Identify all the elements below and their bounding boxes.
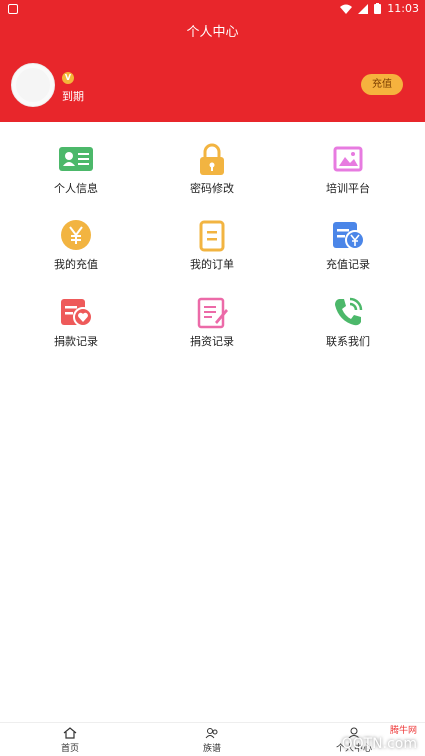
- lock-icon: [200, 143, 224, 175]
- notification-icon: [8, 4, 18, 14]
- donation-record-icon: [61, 299, 93, 327]
- menu-item-recharge-records[interactable]: 充值记录: [288, 218, 408, 288]
- nav-item-family-tree[interactable]: 族谱: [162, 727, 262, 754]
- nav-item-label: 首页: [60, 744, 79, 754]
- nav-item-home[interactable]: 首页: [20, 727, 120, 754]
- watermark-brand: QQTN.com: [341, 736, 417, 752]
- bottom-nav: 首页 族谱 个人中心 腾牛网 QQTN.com: [0, 722, 425, 756]
- menu-item-training-platform[interactable]: 培训平台: [288, 142, 408, 212]
- battery-icon: [374, 3, 382, 14]
- menu-item-label: 密码修改: [190, 182, 234, 195]
- menu-item-label: 捐款记录: [54, 335, 98, 348]
- signal-icon: [358, 3, 369, 14]
- recharge-record-icon: [333, 222, 365, 250]
- page-title: 个人中心: [0, 20, 425, 48]
- menu-item-label: 捐资记录: [190, 335, 234, 348]
- menu-item-label: 我的订单: [190, 258, 234, 271]
- menu-item-my-recharge[interactable]: 我的充值: [16, 218, 136, 288]
- menu-item-label: 我的充值: [54, 258, 98, 271]
- wifi-icon: [340, 4, 353, 14]
- profile-banner: V 到期 充值: [0, 48, 425, 122]
- recharge-button[interactable]: 充值: [361, 74, 403, 95]
- status-time: 11:03: [387, 2, 419, 15]
- image-frame-icon: [333, 146, 363, 172]
- home-icon: [63, 727, 77, 739]
- menu-item-donation-records[interactable]: 捐款记录: [16, 295, 136, 365]
- nav-item-label: 族谱: [202, 744, 221, 754]
- family-tree-icon: [205, 728, 218, 739]
- menu-item-label: 培训平台: [326, 182, 370, 195]
- vip-badge-icon: V: [62, 72, 74, 84]
- yen-coin-icon: [61, 220, 91, 250]
- order-icon: [199, 220, 225, 252]
- menu-grid: 个人信息 密码修改 培训平台 我的充值 我的订单 充值记录 捐款记录 捐资记录 …: [0, 122, 425, 722]
- menu-item-funding-records[interactable]: 捐资记录: [152, 295, 272, 365]
- menu-item-personal-info[interactable]: 个人信息: [16, 142, 136, 212]
- menu-item-label: 个人信息: [54, 182, 98, 195]
- avatar[interactable]: [11, 63, 55, 107]
- edit-note-icon: [197, 297, 228, 329]
- menu-item-label: 联系我们: [326, 335, 370, 348]
- menu-item-label: 充值记录: [326, 258, 370, 271]
- menu-item-contact-us[interactable]: 联系我们: [288, 295, 408, 365]
- menu-item-change-password[interactable]: 密码修改: [152, 142, 272, 212]
- membership-expire-text: 到期: [62, 90, 84, 103]
- watermark-site: 腾牛网: [389, 726, 417, 736]
- id-card-icon: [59, 147, 93, 171]
- phone-icon: [335, 297, 363, 326]
- menu-item-my-orders[interactable]: 我的订单: [152, 218, 272, 288]
- status-bar: 11:03: [0, 0, 425, 20]
- watermark: 腾牛网 QQTN.com: [342, 723, 417, 752]
